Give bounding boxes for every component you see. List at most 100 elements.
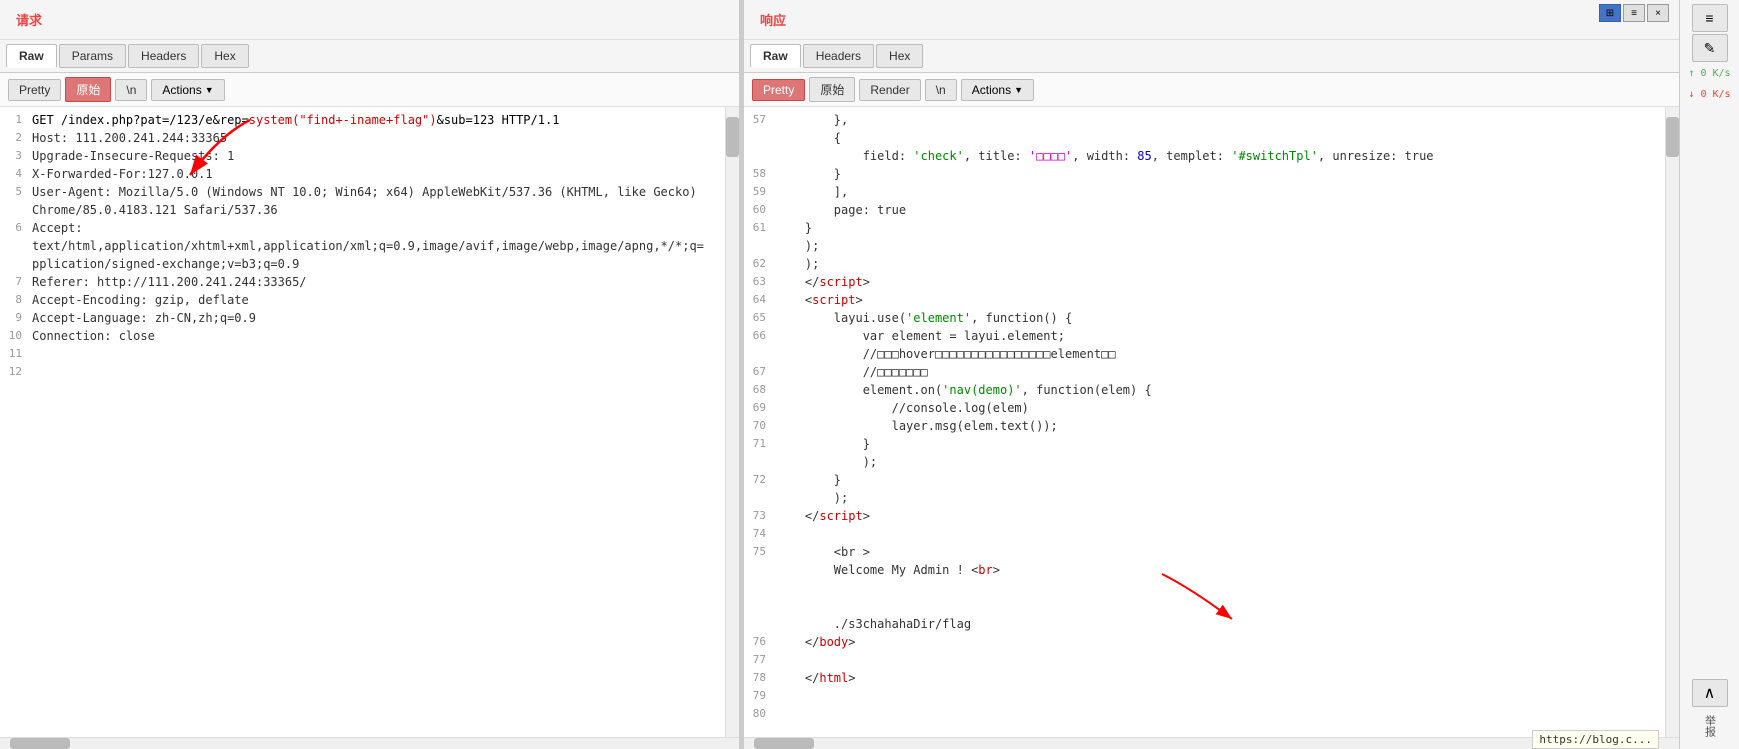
- line-content: layui.use('element', function() {: [776, 309, 1092, 327]
- line-num: [744, 615, 776, 633]
- request-scrollbar-v[interactable]: [725, 107, 739, 737]
- table-row: 68 element.on('nav(demo)', function(elem…: [744, 381, 1665, 399]
- table-row: 10 Connection: close: [0, 327, 725, 345]
- line-num: [0, 255, 32, 273]
- view-columns-icon[interactable]: ⊞: [1599, 4, 1621, 22]
- request-tab-bar: Raw Params Headers Hex: [0, 40, 739, 73]
- line-num: [0, 237, 32, 255]
- table-row: 71 }: [744, 435, 1665, 453]
- line-num: 2: [0, 129, 32, 147]
- line-num: 80: [744, 705, 776, 723]
- newline-btn-request[interactable]: \n: [115, 79, 147, 101]
- line-num: 5: [0, 183, 32, 201]
- newline-btn-response[interactable]: \n: [925, 79, 957, 101]
- line-content: {: [776, 129, 861, 147]
- actions-label-response: Actions: [972, 83, 1011, 97]
- yuanshi-btn-response[interactable]: 原始: [809, 77, 855, 102]
- line-content: [776, 687, 825, 705]
- view-close-icon[interactable]: ×: [1647, 4, 1669, 22]
- line-content: [32, 363, 52, 381]
- request-code-area[interactable]: 1 GET /index.php?pat=/123/e&rep=system("…: [0, 107, 725, 737]
- line-content: }: [776, 435, 890, 453]
- table-row: 61 }: [744, 219, 1665, 237]
- line-num: 79: [744, 687, 776, 705]
- actions-chevron-response: ▼: [1014, 85, 1023, 95]
- table-row: 3 Upgrade-Insecure-Requests: 1: [0, 147, 725, 165]
- request-code-lines: 1 GET /index.php?pat=/123/e&rep=system("…: [0, 107, 725, 385]
- tab-headers-response[interactable]: Headers: [803, 44, 874, 68]
- table-row: 63 </script>: [744, 273, 1665, 291]
- sidebar-edit-icon[interactable]: ✎: [1692, 34, 1728, 62]
- tab-raw-response[interactable]: Raw: [750, 44, 801, 68]
- table-row: 67 //□□□□□□□: [744, 363, 1665, 381]
- line-content: </body>: [776, 633, 876, 651]
- request-scrollbar-thumb: [726, 117, 739, 157]
- table-row: 76 </body>: [744, 633, 1665, 651]
- line-num: [744, 237, 776, 255]
- line-content: [776, 705, 825, 723]
- report-button[interactable]: 举报: [1698, 711, 1722, 741]
- url-text: https://blog.c...: [1539, 733, 1652, 746]
- view-rows-icon[interactable]: ≡: [1623, 4, 1645, 22]
- table-row: );: [744, 489, 1665, 507]
- line-num: [0, 201, 32, 219]
- line-content: GET /index.php?pat=/123/e&rep=system("fi…: [32, 111, 579, 129]
- line-num: 57: [744, 111, 776, 129]
- table-row: 72 }: [744, 471, 1665, 489]
- line-num: 64: [744, 291, 776, 309]
- tab-hex-response[interactable]: Hex: [876, 44, 923, 68]
- line-content: Welcome My Admin ! <br>: [776, 561, 1020, 615]
- line-num: 69: [744, 399, 776, 417]
- table-row: 1 GET /index.php?pat=/123/e&rep=system("…: [0, 111, 725, 129]
- upload-speed: ↑ 0 K/s: [1688, 68, 1730, 79]
- request-panel-header: 请求: [0, 0, 739, 40]
- render-btn-response[interactable]: Render: [859, 79, 920, 101]
- table-row: 57 },: [744, 111, 1665, 129]
- response-code-area[interactable]: 57 }, { field: 'check', title: '□□□□', w…: [744, 107, 1665, 737]
- line-num: 8: [0, 291, 32, 309]
- line-num: 63: [744, 273, 776, 291]
- tab-params[interactable]: Params: [59, 44, 126, 68]
- tab-headers-request[interactable]: Headers: [128, 44, 199, 68]
- scroll-top-button[interactable]: ∧: [1692, 679, 1728, 707]
- speed-down-indicator: ↓ 0 K/s: [1684, 85, 1734, 104]
- table-row: field: 'check', title: '□□□□', width: 85…: [744, 147, 1665, 165]
- table-row: 74: [744, 525, 1665, 543]
- table-row: pplication/signed-exchange;v=b3;q=0.9: [0, 255, 725, 273]
- line-num: [744, 129, 776, 147]
- pretty-btn-response[interactable]: Pretty: [752, 79, 805, 101]
- table-row: 78 </html>: [744, 669, 1665, 687]
- line-content: pplication/signed-exchange;v=b3;q=0.9: [32, 255, 319, 273]
- table-row: 79: [744, 687, 1665, 705]
- actions-btn-request[interactable]: Actions ▼: [151, 79, 224, 101]
- line-content: Chrome/85.0.4183.121 Safari/537.36: [32, 201, 298, 219]
- table-row: 73 </script>: [744, 507, 1665, 525]
- table-row: Welcome My Admin ! <br>: [744, 561, 1665, 615]
- line-num: 12: [0, 363, 32, 381]
- tab-raw-request[interactable]: Raw: [6, 44, 57, 68]
- actions-btn-response[interactable]: Actions ▼: [961, 79, 1034, 101]
- pretty-btn-request[interactable]: Pretty: [8, 79, 61, 101]
- yuanshi-btn-request[interactable]: 原始: [65, 77, 111, 102]
- response-panel-title: 响应: [752, 6, 794, 33]
- tab-hex-request[interactable]: Hex: [201, 44, 248, 68]
- line-content: //console.log(elem): [776, 399, 1049, 417]
- sidebar-list-icon[interactable]: ≡: [1692, 4, 1728, 32]
- right-sidebar: ≡ ✎ ↑ 0 K/s ↓ 0 K/s ∧ 举报: [1679, 0, 1739, 749]
- sidebar-bottom: ∧ 举报: [1692, 679, 1728, 749]
- line-content: [32, 345, 52, 363]
- line-num: 77: [744, 651, 776, 669]
- line-content: //□□□hover□□□□□□□□□□□□□□□□element□□: [776, 345, 1136, 363]
- response-scrollbar-v[interactable]: [1665, 107, 1679, 737]
- table-row: 6 Accept:: [0, 219, 725, 237]
- table-row: 77: [744, 651, 1665, 669]
- line-content: </script>: [776, 507, 890, 525]
- url-bar: https://blog.c...: [1532, 730, 1659, 749]
- request-scrollbar-h[interactable]: [0, 737, 739, 749]
- line-content: <script>: [776, 291, 883, 309]
- line-content: field: 'check', title: '□□□□', width: 85…: [776, 147, 1454, 165]
- line-content: Connection: close: [32, 327, 175, 345]
- line-num: 74: [744, 525, 776, 543]
- request-panel: 请求 Raw Params Headers Hex Pretty 原始 \n A…: [0, 0, 740, 749]
- line-content: layer.msg(elem.text());: [776, 417, 1078, 435]
